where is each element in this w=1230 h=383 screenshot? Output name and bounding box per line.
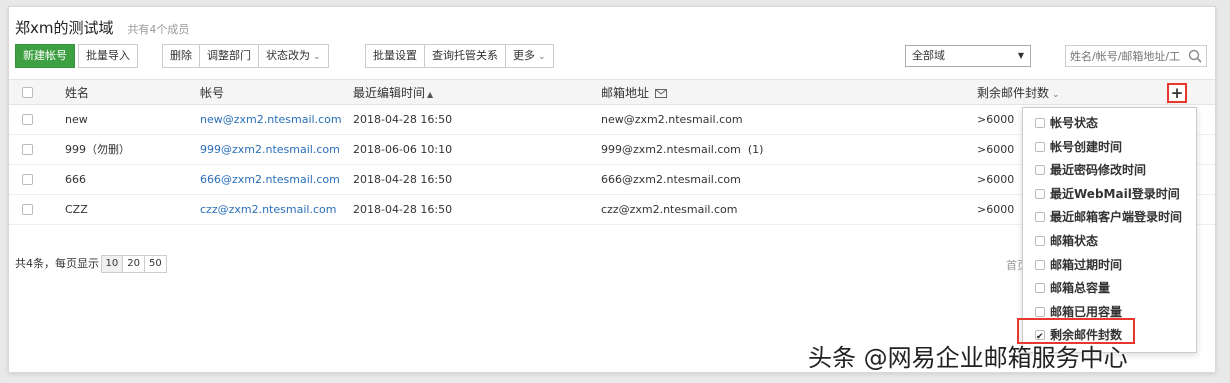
column-option-checkbox[interactable]: [1035, 260, 1045, 270]
column-option-checkbox[interactable]: [1035, 212, 1045, 222]
table-footer: 共4条，每页显示 10 20 50: [15, 255, 167, 273]
column-option-mailbox-status[interactable]: 邮箱状态: [1035, 230, 1098, 252]
search-box: [1065, 45, 1207, 67]
table-header: 姓名 帐号 最近编辑时间 ▲︎ 邮箱地址 剩余邮件封数 ⌄ +: [9, 79, 1215, 105]
cell-name: 666: [65, 173, 86, 186]
cell-email: new@zxm2.ntesmail.com: [601, 113, 743, 126]
column-option-label: 最近邮箱客户端登录时间: [1050, 210, 1183, 224]
column-option-label: 邮箱总容量: [1050, 281, 1111, 295]
search-icon[interactable]: [1188, 49, 1202, 63]
col-header-name: 姓名: [65, 86, 90, 100]
cell-account-link[interactable]: new@zxm2.ntesmail.com: [200, 105, 342, 135]
cell-account-link[interactable]: 999@zxm2.ntesmail.com: [200, 135, 340, 165]
col-header-email: 邮箱地址: [601, 80, 668, 106]
cell-remaining: >6000: [977, 203, 1015, 216]
cell-last-edit: 2018-06-06 10:10: [353, 143, 453, 156]
cell-account-link[interactable]: 666@zxm2.ntesmail.com: [200, 165, 340, 195]
change-status-label: 状态改为: [266, 49, 310, 62]
action-button-group: 删除 调整部门 状态改为 ⌄: [162, 44, 329, 68]
toolbar: 新建帐号 批量导入 删除 调整部门 状态改为 ⌄ 批量设置 查询托管关系 更多 ⌄ …: [15, 44, 1207, 70]
column-chooser-menu: 帐号状态 帐号创建时间 最近密码修改时间 最近WebMail登录时间 最近邮箱客…: [1022, 107, 1197, 353]
row-checkbox[interactable]: [22, 144, 33, 155]
cell-account-link[interactable]: czz@zxm2.ntesmail.com: [200, 195, 336, 225]
chevron-down-icon: ⌄: [313, 52, 321, 62]
query-trust-button[interactable]: 查询托管关系: [425, 45, 506, 67]
new-account-button[interactable]: 新建帐号: [15, 44, 75, 68]
column-option-created-time[interactable]: 帐号创建时间: [1035, 136, 1122, 158]
batch-settings-button[interactable]: 批量设置: [366, 45, 425, 67]
col-header-remaining[interactable]: 剩余邮件封数 ⌄: [977, 80, 1060, 108]
column-option-checkbox[interactable]: [1035, 307, 1045, 317]
mail-icon[interactable]: [655, 89, 668, 98]
column-option-label: 邮箱状态: [1050, 234, 1099, 248]
col-header-last-edit[interactable]: 最近编辑时间 ▲︎: [353, 80, 433, 108]
cell-email: 666@zxm2.ntesmail.com: [601, 173, 741, 186]
cell-remaining: >6000: [977, 143, 1015, 156]
page-size-option[interactable]: 50: [144, 256, 166, 272]
cell-last-edit: 2018-04-28 16:50: [353, 173, 453, 186]
column-option-total-capacity[interactable]: 邮箱总容量: [1035, 277, 1110, 299]
column-option-label: 最近WebMail登录时间: [1050, 187, 1180, 201]
watermark-text: 头条 @网易企业邮箱服务中心: [808, 344, 1128, 372]
column-option-client-login[interactable]: 最近邮箱客户端登录时间: [1035, 206, 1182, 228]
batch-import-button[interactable]: 批量导入: [78, 44, 138, 68]
page-size-option[interactable]: 10: [101, 256, 124, 272]
cell-remaining: >6000: [977, 113, 1015, 126]
column-option-password-changed[interactable]: 最近密码修改时间: [1035, 159, 1146, 181]
row-checkbox[interactable]: [22, 114, 33, 125]
column-option-checkbox[interactable]: [1035, 142, 1045, 152]
col-header-email-label: 邮箱地址: [601, 86, 650, 100]
column-option-label: 最近密码修改时间: [1050, 163, 1147, 177]
row-checkbox[interactable]: [22, 174, 33, 185]
page-header: 郑xm的测试域 共有4个成员: [15, 17, 189, 39]
column-option-label: 帐号状态: [1050, 116, 1099, 130]
chevron-down-icon: ⌄: [538, 52, 546, 62]
column-option-label: 邮箱过期时间: [1050, 258, 1123, 272]
adjust-dept-button[interactable]: 调整部门: [200, 45, 259, 67]
page-size-option[interactable]: 20: [123, 256, 145, 272]
change-status-dropdown[interactable]: 状态改为 ⌄: [259, 45, 328, 67]
add-column-button[interactable]: +: [1167, 83, 1187, 103]
column-option-checkbox[interactable]: [1035, 283, 1045, 293]
cell-name: 999（勿删）: [65, 143, 130, 156]
column-option-label: 帐号创建时间: [1050, 140, 1123, 154]
column-option-checkbox[interactable]: [1035, 236, 1045, 246]
cell-email: czz@zxm2.ntesmail.com: [601, 203, 738, 216]
sort-icon: ▲︎: [427, 90, 434, 99]
cell-name: new: [65, 113, 88, 126]
column-option-label: 邮箱已用容量: [1050, 305, 1123, 319]
column-option-expiry[interactable]: 邮箱过期时间: [1035, 254, 1122, 276]
search-input[interactable]: [1066, 46, 1184, 66]
col-header-remaining-label: 剩余邮件封数: [977, 86, 1050, 100]
page-title: 郑xm的测试域: [15, 19, 114, 37]
dropdown-arrow-icon: ▼: [1017, 51, 1024, 60]
col-header-last-edit-label: 最近编辑时间: [353, 86, 426, 100]
cell-remaining: >6000: [977, 173, 1015, 186]
settings-button-group: 批量设置 查询托管关系 更多 ⌄: [365, 44, 554, 68]
domain-select-value: 全部域: [912, 49, 945, 62]
total-count-label: 共4条，每页显示: [15, 257, 99, 270]
page-size-selector: 10 20 50: [100, 255, 167, 273]
chevron-down-icon: ⌄: [1052, 90, 1060, 100]
column-option-account-status[interactable]: 帐号状态: [1035, 112, 1098, 134]
cell-name: CZZ: [65, 203, 88, 216]
delete-button[interactable]: 删除: [163, 45, 200, 67]
cell-last-edit: 2018-04-28 16:50: [353, 113, 453, 126]
domain-select[interactable]: 全部域 ▼: [905, 45, 1031, 67]
select-all-checkbox[interactable]: [22, 87, 33, 98]
cell-email: 999@zxm2.ntesmail.com (1): [601, 143, 764, 156]
more-dropdown[interactable]: 更多 ⌄: [506, 45, 553, 67]
column-option-checkbox[interactable]: [1035, 189, 1045, 199]
col-header-account: 帐号: [200, 86, 225, 100]
cell-last-edit: 2018-04-28 16:50: [353, 203, 453, 216]
more-label: 更多: [513, 49, 535, 62]
member-count: 共有4个成员: [127, 23, 190, 36]
column-option-checkbox[interactable]: [1035, 165, 1045, 175]
column-option-checkbox[interactable]: [1035, 118, 1045, 128]
row-checkbox[interactable]: [22, 204, 33, 215]
column-option-webmail-login[interactable]: 最近WebMail登录时间: [1035, 183, 1180, 205]
